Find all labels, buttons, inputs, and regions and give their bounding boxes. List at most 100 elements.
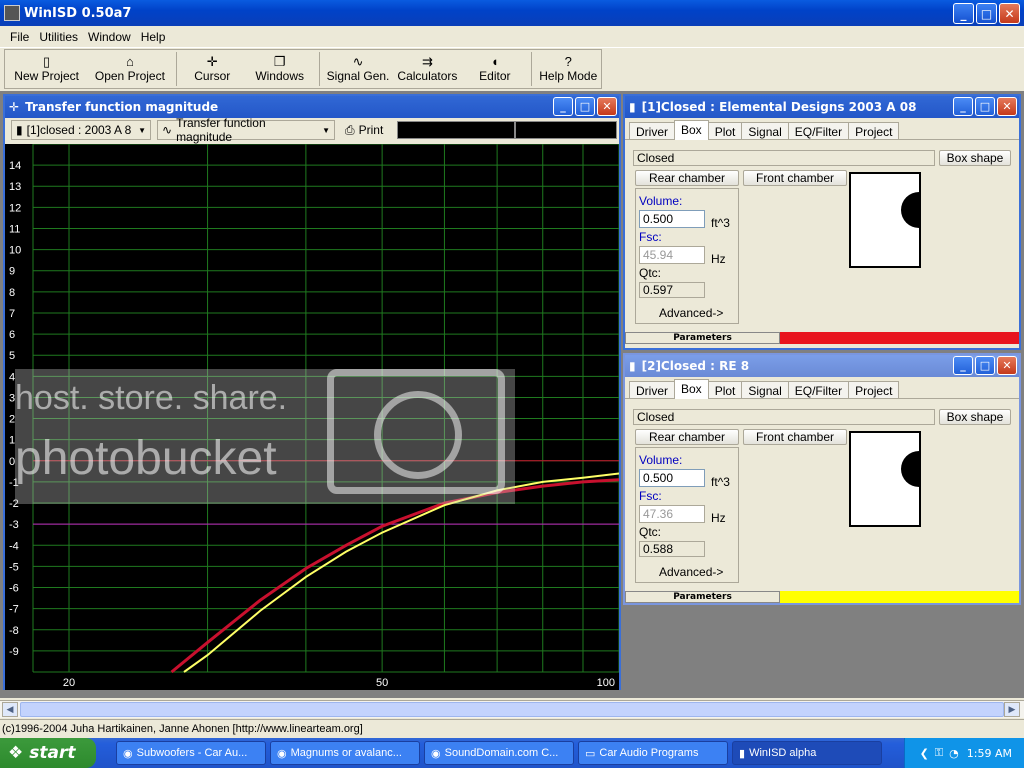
tab-eq-filter[interactable]: EQ/Filter bbox=[787, 122, 850, 139]
tray-icon[interactable]: ⚿ bbox=[935, 746, 943, 760]
chart-window-title: Transfer function magnitude bbox=[25, 100, 219, 114]
advanced-button[interactable]: Advanced-> bbox=[659, 306, 723, 320]
project2-parameters-bar: Parameters bbox=[625, 591, 1019, 603]
volume-icon[interactable]: ◔ bbox=[949, 747, 959, 760]
taskbar-item[interactable]: ◉ Magnums or avalanc... bbox=[270, 741, 420, 765]
rear-chamber-tab[interactable]: Rear chamber bbox=[635, 170, 739, 186]
chart-maximize-button[interactable]: □ bbox=[575, 97, 595, 116]
project-select[interactable]: ▮ [1]closed : 2003 A 8 ▼ bbox=[11, 120, 151, 140]
firefox-icon: ◉ bbox=[123, 747, 133, 760]
rear-chamber-tab[interactable]: Rear chamber bbox=[635, 429, 739, 445]
print-button[interactable]: ⎙ Print bbox=[341, 120, 391, 140]
close-button[interactable]: ✕ bbox=[999, 3, 1020, 24]
y-tick-label: 14 bbox=[9, 160, 21, 172]
front-chamber-tab[interactable]: Front chamber bbox=[743, 170, 847, 186]
tab-eq-filter[interactable]: EQ/Filter bbox=[787, 381, 850, 398]
project1-minimize-button[interactable]: _ bbox=[953, 97, 973, 116]
maximize-button[interactable]: □ bbox=[976, 3, 997, 24]
taskbar-item[interactable]: ◉ Subwoofers - Car Au... bbox=[116, 741, 266, 765]
y-tick-label: -9 bbox=[9, 646, 19, 658]
app-titlebar: WinISD 0.50a7 _ □ ✕ bbox=[0, 0, 1024, 26]
project1-maximize-button[interactable]: □ bbox=[975, 97, 995, 116]
tab-signal[interactable]: Signal bbox=[741, 122, 789, 139]
box-type-select[interactable]: Closed bbox=[633, 409, 935, 425]
camera-icon bbox=[327, 369, 505, 494]
system-tray: ❮ ⚿ ◔ 1:59 AM bbox=[904, 738, 1024, 768]
y-tick-label: 12 bbox=[9, 202, 21, 214]
project-icon: ▮ bbox=[16, 123, 23, 137]
y-tick-label: 6 bbox=[9, 329, 15, 341]
menu-file[interactable]: File bbox=[10, 30, 29, 44]
scroll-left-icon[interactable]: ◀ bbox=[2, 702, 18, 717]
volume-input[interactable]: 0.500 bbox=[639, 469, 705, 487]
tab-plot[interactable]: Plot bbox=[707, 122, 743, 139]
editor-button[interactable]: ◖ Editor bbox=[463, 50, 526, 88]
cursor-readout-2 bbox=[515, 121, 617, 139]
tab-signal[interactable]: Signal bbox=[741, 381, 789, 398]
tab-project[interactable]: Project bbox=[848, 381, 900, 398]
qtc-field: 0.588 bbox=[639, 541, 705, 557]
question-icon: ? bbox=[564, 54, 572, 69]
speaker-icon bbox=[901, 451, 919, 487]
menu-help[interactable]: Help bbox=[141, 30, 166, 44]
horizontal-scrollbar[interactable]: ◀ ▶ bbox=[0, 700, 1024, 718]
start-button[interactable]: ❖ start bbox=[0, 738, 96, 768]
box-type-select[interactable]: Closed bbox=[633, 150, 935, 166]
tab-plot[interactable]: Plot bbox=[707, 381, 743, 398]
tab-box[interactable]: Box bbox=[674, 379, 709, 399]
project1-close-button[interactable]: ✕ bbox=[997, 97, 1017, 116]
project1-color-swatch bbox=[780, 332, 1019, 344]
signal-gen-button[interactable]: ∿ Signal Gen. bbox=[324, 50, 391, 88]
box-diagram bbox=[849, 172, 921, 268]
cursor-button[interactable]: ✛ Cursor bbox=[181, 50, 244, 88]
speaker-icon: ◖ bbox=[490, 54, 499, 69]
taskbar-item[interactable]: ▭ Car Audio Programs bbox=[578, 741, 728, 765]
scroll-thumb[interactable] bbox=[20, 702, 1004, 717]
y-tick-label: 7 bbox=[9, 308, 15, 320]
x-tick-label: 50 bbox=[376, 677, 388, 689]
project2-close-button[interactable]: ✕ bbox=[997, 356, 1017, 375]
photobucket-watermark: host. store. share. photobucket bbox=[15, 369, 515, 504]
project2-minimize-button[interactable]: _ bbox=[953, 356, 973, 375]
advanced-button[interactable]: Advanced-> bbox=[659, 565, 723, 579]
app-icon bbox=[4, 5, 20, 21]
firefox-icon: ◉ bbox=[431, 747, 441, 760]
new-project-icon: ▯ bbox=[43, 54, 51, 69]
taskbar-item[interactable]: ◉ SoundDomain.com C... bbox=[424, 741, 574, 765]
box-shape-button[interactable]: Box shape bbox=[939, 409, 1011, 425]
taskbar-item-active[interactable]: ▮ WinISD alpha bbox=[732, 741, 882, 765]
volume-input[interactable]: 0.500 bbox=[639, 210, 705, 228]
help-mode-button[interactable]: ? Help Mode bbox=[536, 50, 601, 88]
new-project-button[interactable]: ▯ New Project bbox=[5, 50, 88, 88]
project2-color-swatch bbox=[780, 591, 1019, 603]
project-icon: ▮ bbox=[629, 100, 636, 114]
tab-driver[interactable]: Driver bbox=[629, 122, 675, 139]
tab-project[interactable]: Project bbox=[848, 122, 900, 139]
open-project-button[interactable]: ⌂ Open Project bbox=[88, 50, 171, 88]
project2-maximize-button[interactable]: □ bbox=[975, 356, 995, 375]
menu-utilities[interactable]: Utilities bbox=[39, 30, 78, 44]
plot-area[interactable]: 14 13 12 11 10 9 8 7 6 5 4 3 2 1 0 -1 -2 -3 -4 -5 -6 -7 -8 -9 20… bbox=[5, 143, 620, 690]
chart-close-button[interactable]: ✕ bbox=[597, 97, 617, 116]
plot-select[interactable]: ∿ Transfer function magnitude ▼ bbox=[157, 116, 335, 144]
menu-window[interactable]: Window bbox=[88, 30, 131, 44]
windows-button[interactable]: ❐ Windows bbox=[244, 50, 315, 88]
crosshair-icon: ✛ bbox=[206, 54, 218, 69]
minimize-button[interactable]: _ bbox=[953, 3, 974, 24]
tab-box[interactable]: Box bbox=[674, 120, 709, 140]
chart-window: ✛ Transfer function magnitude _ □ ✕ ▮ [1… bbox=[3, 94, 621, 690]
chart-minimize-button[interactable]: _ bbox=[553, 97, 573, 116]
box-shape-button[interactable]: Box shape bbox=[939, 150, 1011, 166]
tray-arrow-icon[interactable]: ❮ bbox=[920, 747, 929, 760]
project2-titlebar: ▮ [2]Closed : RE 8 _ □ ✕ bbox=[625, 355, 1019, 377]
scroll-right-icon[interactable]: ▶ bbox=[1004, 702, 1020, 717]
cursor-readout-1 bbox=[397, 121, 515, 139]
x-tick-label: 20 bbox=[63, 677, 75, 689]
chevron-down-icon: ▼ bbox=[138, 125, 146, 135]
front-chamber-tab[interactable]: Front chamber bbox=[743, 429, 847, 445]
clock: 1:59 AM bbox=[966, 746, 1012, 760]
tab-driver[interactable]: Driver bbox=[629, 381, 675, 398]
y-tick-label: 13 bbox=[9, 181, 21, 193]
calculators-button[interactable]: ⇉ Calculators bbox=[392, 50, 463, 88]
printer-icon: ⎙ bbox=[345, 122, 355, 137]
